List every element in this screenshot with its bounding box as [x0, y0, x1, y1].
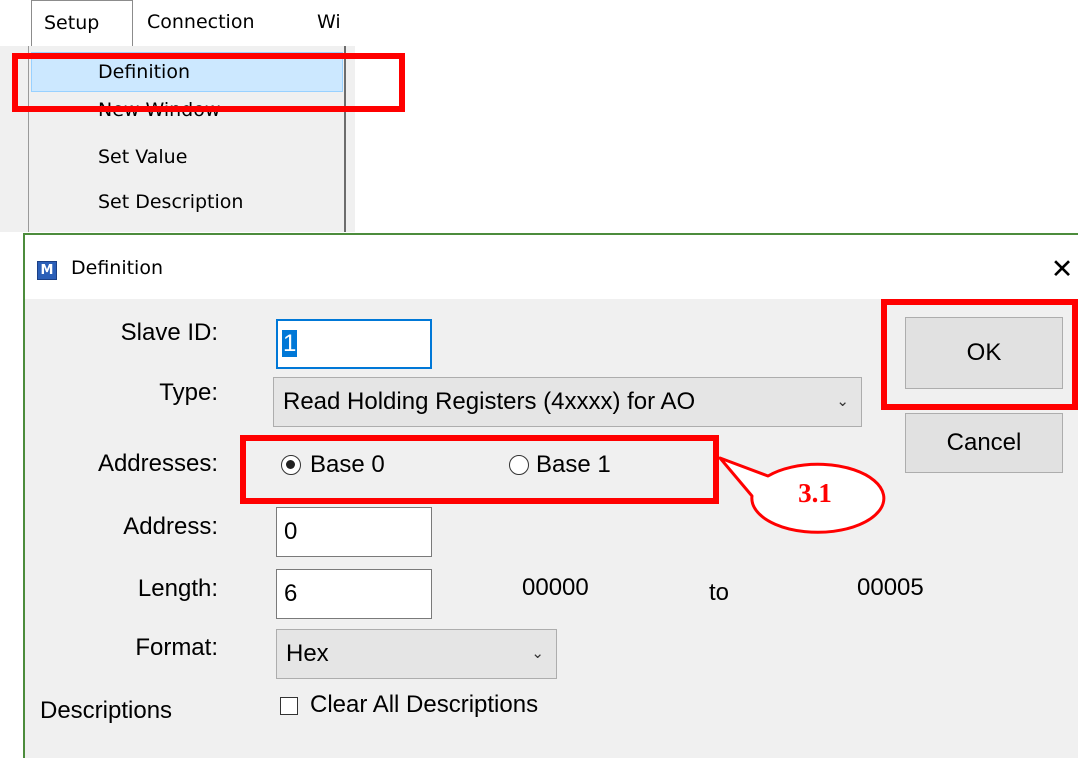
length-input[interactable]: 6 — [276, 569, 432, 619]
app-icon: M — [37, 261, 57, 280]
slave-id-value: 1 — [282, 330, 298, 357]
highlight-ok-button — [881, 299, 1078, 410]
descriptions-label: Descriptions — [40, 697, 173, 724]
range-end: 00005 — [857, 574, 924, 601]
highlight-definition-item — [12, 53, 405, 112]
format-selected-value: Hex — [286, 640, 329, 667]
close-button[interactable]: ✕ — [1045, 249, 1078, 289]
menubar: Setup Connection Wi — [0, 0, 355, 46]
menu-window[interactable]: Wi — [317, 0, 341, 46]
slave-id-label: Slave ID: — [120, 319, 218, 346]
type-select[interactable]: Read Holding Registers (4xxxx) for AO ⌄ — [273, 377, 862, 427]
menu-connection[interactable]: Connection — [147, 0, 255, 46]
format-select[interactable]: Hex ⌄ — [276, 629, 557, 679]
addresses-label: Addresses: — [97, 450, 218, 477]
clear-descriptions-label: Clear All Descriptions — [310, 691, 539, 718]
menu-screenshot: Setup Connection Wi Definition New Windo… — [0, 0, 355, 232]
type-label: Type: — [159, 379, 218, 406]
range-start: 00000 — [522, 574, 589, 601]
cancel-button[interactable]: Cancel — [905, 413, 1063, 473]
length-label: Length: — [137, 575, 218, 602]
format-label: Format: — [135, 634, 218, 661]
slave-id-input[interactable]: 1 — [276, 319, 432, 369]
address-label: Address: — [123, 513, 218, 540]
dialog-title: Definition — [71, 257, 164, 279]
menu-item-set-value[interactable]: Set Value — [31, 137, 343, 177]
range-to: to — [709, 579, 730, 606]
clear-descriptions-checkbox[interactable] — [280, 697, 298, 715]
menu-item-set-description[interactable]: Set Description — [31, 182, 343, 222]
chevron-down-icon: ⌄ — [531, 645, 544, 662]
type-selected-value: Read Holding Registers (4xxxx) for AO — [283, 388, 696, 415]
address-input[interactable]: 0 — [276, 507, 432, 557]
chevron-down-icon: ⌄ — [836, 393, 849, 410]
menu-setup[interactable]: Setup — [31, 0, 133, 46]
dialog-titlebar: M Definition ✕ — [25, 235, 1078, 299]
highlight-addresses-options — [240, 435, 719, 504]
callout-label: 3.1 — [798, 478, 832, 508]
